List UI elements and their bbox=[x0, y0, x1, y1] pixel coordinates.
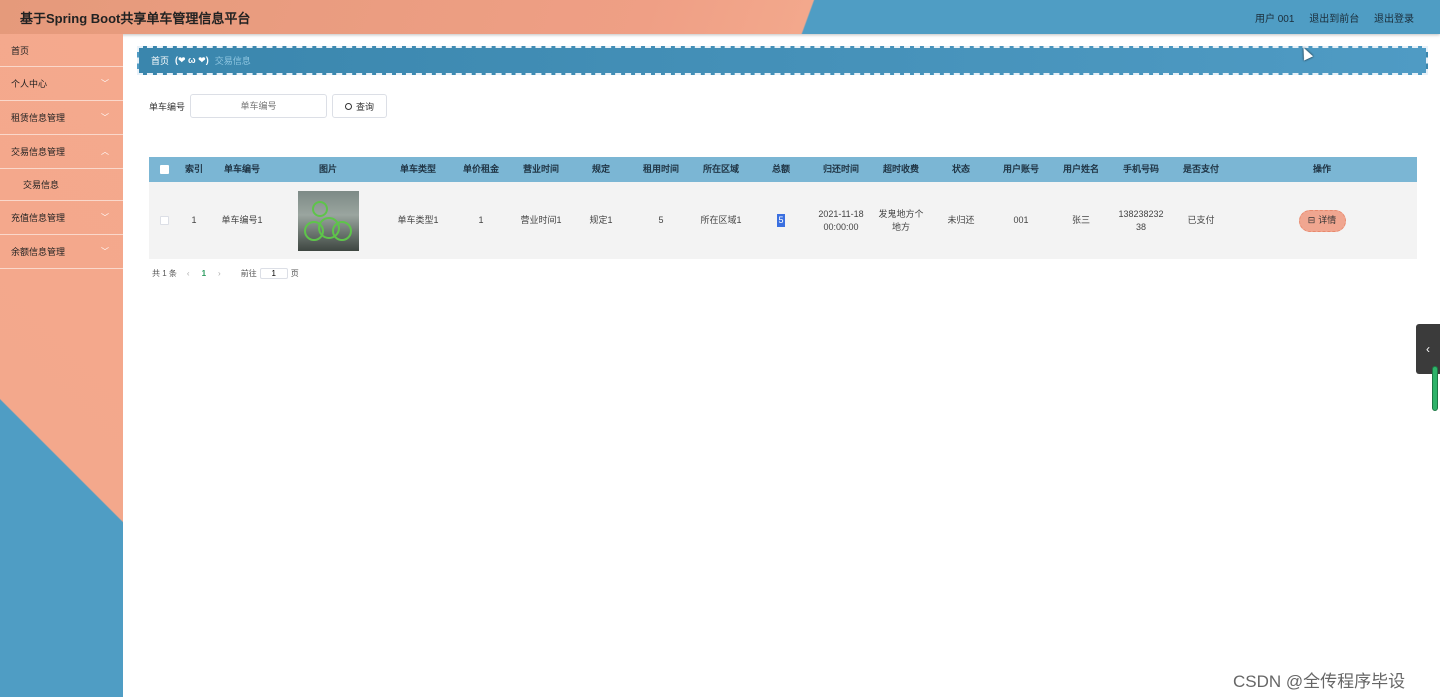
pagination: 共 1 条 ‹ 1 › 前往 页 bbox=[152, 268, 299, 279]
breadcrumb: 首页 (❤ ω ❤) 交易信息 bbox=[137, 46, 1428, 75]
header-area: 所在区域 bbox=[702, 164, 739, 174]
sidebar-item-label: 充值信息管理 bbox=[11, 213, 66, 223]
header-name: 用户姓名 bbox=[1062, 164, 1099, 174]
header-return-time: 归还时间 bbox=[822, 164, 859, 174]
cell-bike-no: 单车编号1 bbox=[221, 215, 263, 225]
header-image: 图片 bbox=[318, 164, 337, 174]
cell-area: 所在区域1 bbox=[700, 215, 742, 225]
sidebar-item-trade[interactable]: 交易信息管理 ︿ bbox=[0, 135, 123, 169]
sidebar: 首页 个人中心 ﹀ 租赁信息管理 ﹀ 交易信息管理 ︿ 交易信息 充值信息管理 ﹀ 余额… bbox=[0, 34, 123, 697]
cell-rule: 规定1 bbox=[589, 215, 613, 225]
detail-button[interactable]: ⊟ 详情 bbox=[1298, 209, 1346, 232]
app-title: 基于Spring Boot共享单车管理信息平台 bbox=[20, 11, 251, 26]
cell-image bbox=[275, 182, 381, 259]
chevron-up-icon: ︿ bbox=[101, 147, 109, 156]
header-action: 操作 bbox=[1312, 164, 1331, 174]
top-header: 基于Spring Boot共享单车管理信息平台 用户 001 退出到前台 退出登… bbox=[0, 0, 1440, 34]
sidebar-item-label: 交易信息管理 bbox=[11, 147, 66, 157]
watermark: CSDN @全传程序毕设 bbox=[1233, 672, 1406, 691]
table-row: 1 单车编号1 单车类型1 1 营业时间1 规定1 5 所在区域1 5 2021… bbox=[149, 182, 1417, 259]
cell-price: 1 bbox=[478, 215, 484, 225]
bike-wheel-shape bbox=[311, 200, 328, 217]
bike-wheel-shape bbox=[331, 220, 352, 241]
cell-action: ⊟ 详情 bbox=[1227, 182, 1417, 259]
sidebar-item-home[interactable]: 首页 bbox=[0, 34, 123, 67]
detail-button-label: 详情 bbox=[1318, 215, 1337, 225]
sidebar-item-label: 个人中心 bbox=[11, 79, 48, 89]
chevron-down-icon: ﹀ bbox=[101, 113, 109, 122]
header-hours: 营业时间 bbox=[522, 164, 559, 174]
chevron-down-icon: ﹀ bbox=[101, 79, 109, 88]
header-index: 索引 bbox=[184, 164, 203, 174]
bike-no-search-input[interactable] bbox=[190, 94, 327, 118]
sidebar-item-label: 首页 bbox=[11, 45, 30, 56]
trade-table: 索引 单车编号 图片 单车类型 单价租金 营业时间 规定 租用时间 所在区域 总… bbox=[149, 157, 1417, 259]
table-header: 索引 单车编号 图片 单车类型 单价租金 营业时间 规定 租用时间 所在区域 总… bbox=[149, 157, 1417, 182]
sidebar-item-recharge[interactable]: 充值信息管理 ﹀ bbox=[0, 201, 123, 235]
sidebar-item-rental[interactable]: 租赁信息管理 ﹀ bbox=[0, 101, 123, 135]
scrollbar-thumb[interactable] bbox=[1432, 366, 1438, 411]
cell-total-value: 5 bbox=[777, 214, 785, 227]
pagination-total: 共 1 条 bbox=[152, 269, 177, 278]
next-page-button[interactable]: › bbox=[218, 269, 221, 278]
header-price: 单价租金 bbox=[462, 164, 499, 174]
prev-page-button[interactable]: ‹ bbox=[187, 269, 190, 278]
breadcrumb-home[interactable]: 首页 bbox=[151, 54, 169, 67]
cell-index: 1 bbox=[191, 215, 197, 225]
chevron-down-icon: ﹀ bbox=[101, 247, 109, 256]
cell-hours: 营业时间1 bbox=[520, 215, 562, 225]
breadcrumb-current: 交易信息 bbox=[214, 56, 251, 66]
header-bike-no: 单车编号 bbox=[223, 164, 260, 174]
sidebar-item-profile[interactable]: 个人中心 ﹀ bbox=[0, 67, 123, 101]
select-all-cell bbox=[149, 157, 179, 182]
header-overtime-fee: 超时收费 bbox=[882, 164, 919, 174]
cell-total: 5 bbox=[747, 182, 815, 259]
search-label: 单车编号 bbox=[149, 102, 186, 112]
header-status: 状态 bbox=[951, 164, 970, 174]
header-rule: 规定 bbox=[591, 164, 610, 174]
cell-bike-type: 单车类型1 bbox=[397, 215, 439, 225]
page-number-1[interactable]: 1 bbox=[202, 269, 206, 278]
sidebar-item-label: 交易信息 bbox=[23, 180, 60, 190]
logout-link[interactable]: 退出登录 bbox=[1374, 14, 1414, 25]
chevron-down-icon: ﹀ bbox=[101, 213, 109, 222]
document-icon: ⊟ bbox=[1307, 215, 1316, 225]
search-icon bbox=[344, 102, 352, 110]
back-to-frontend-link[interactable]: 退出到前台 bbox=[1309, 14, 1359, 25]
cell-phone: 13823823238 bbox=[1118, 208, 1164, 232]
header-rent-time: 租用时间 bbox=[642, 164, 679, 174]
user-link[interactable]: 用户 001 bbox=[1255, 14, 1294, 25]
bike-photo[interactable] bbox=[297, 190, 359, 251]
cell-status: 未归还 bbox=[947, 215, 975, 225]
cell-name: 张三 bbox=[1071, 215, 1090, 225]
row-checkbox[interactable] bbox=[159, 216, 169, 225]
search-button[interactable]: 查询 bbox=[332, 94, 387, 118]
sidebar-subitem-trade-info[interactable]: 交易信息 bbox=[0, 169, 123, 201]
header-actions: 用户 001 退出到前台 退出登录 bbox=[1243, 10, 1414, 25]
header-phone: 手机号码 bbox=[1122, 164, 1159, 174]
sidebar-item-balance[interactable]: 余额信息管理 ﹀ bbox=[0, 235, 123, 269]
header-total: 总额 bbox=[771, 164, 790, 174]
cell-rent-time: 5 bbox=[658, 215, 664, 225]
search-button-label: 查询 bbox=[355, 101, 374, 112]
select-all-checkbox[interactable] bbox=[159, 165, 169, 174]
header-bike-type: 单车类型 bbox=[399, 164, 436, 174]
header-account: 用户账号 bbox=[1002, 164, 1039, 174]
cell-return-time: 2021-11-18 00:00:00 bbox=[818, 208, 864, 232]
goto-page-input[interactable] bbox=[259, 268, 288, 279]
sidebar-item-label: 余额信息管理 bbox=[11, 247, 66, 257]
chevron-left-icon: ‹ bbox=[1426, 342, 1430, 356]
cell-overtime-fee: 发鬼地方个地方 bbox=[878, 208, 924, 232]
goto-label: 前往 bbox=[240, 269, 257, 278]
header-paid: 是否支付 bbox=[1182, 164, 1219, 174]
row-select-cell bbox=[149, 182, 179, 259]
page-unit-label: 页 bbox=[290, 269, 299, 278]
breadcrumb-separator: (❤ ω ❤) bbox=[175, 55, 209, 65]
sidebar-item-label: 租赁信息管理 bbox=[11, 113, 66, 123]
cell-paid: 已支付 bbox=[1187, 215, 1215, 225]
cell-account: 001 bbox=[1013, 215, 1029, 225]
